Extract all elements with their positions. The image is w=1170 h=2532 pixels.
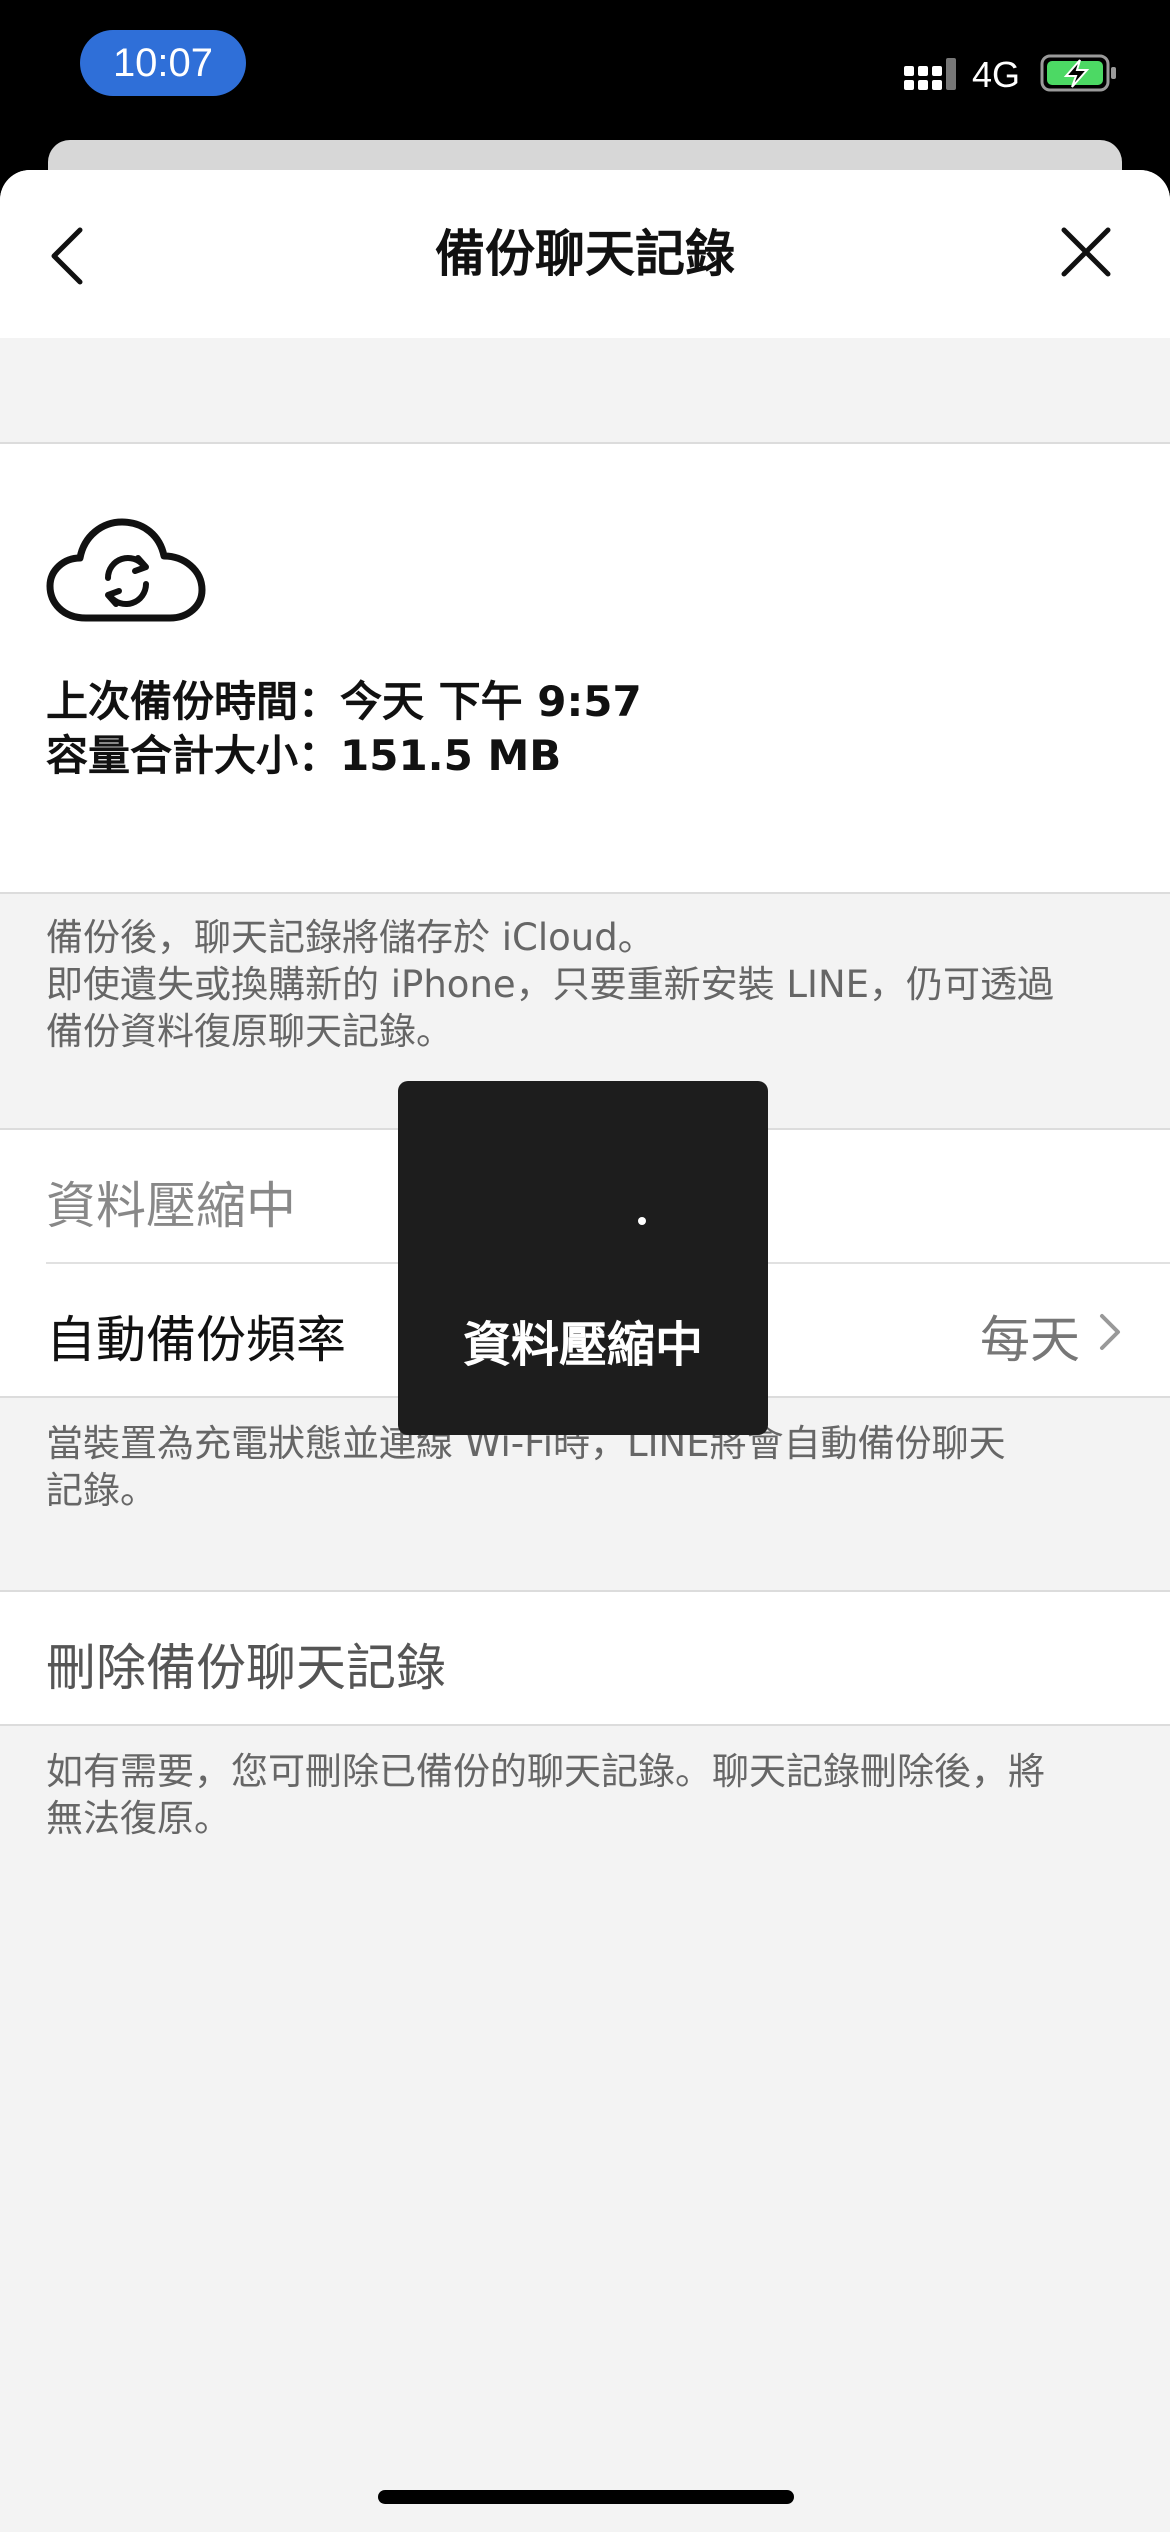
home-indicator[interactable]: [378, 2490, 794, 2504]
delete-backup-label: 刪除備份聊天記錄: [46, 1639, 446, 1697]
auto-backup-frequency-value: 每天: [980, 1311, 1080, 1369]
status-time[interactable]: 10:07: [80, 30, 246, 96]
network-type: 4G: [972, 54, 1021, 95]
divider: [0, 1724, 1170, 1726]
divider: [0, 892, 1170, 894]
navigation-bar: 備份聊天記錄: [0, 170, 1170, 338]
backup-note-line: 備份資料復原聊天記錄。: [46, 1010, 453, 1053]
status-bar: 10:07 4G: [0, 0, 1170, 150]
backup-description: 備份後，聊天記錄將儲存於 iCloud。 即使遺失或換購新的 iPhone，只要…: [46, 914, 1126, 1055]
overlay-text: 資料壓縮中: [462, 1317, 703, 1373]
battery-charging-icon: [1040, 54, 1116, 92]
loading-spinner-icon: [638, 1217, 646, 1225]
signal-icon: [904, 58, 956, 90]
last-backup-time: 上次備份時間：今天 下午 9:57: [46, 677, 642, 726]
delete-note-line: 如有需要，您可刪除已備份的聊天記錄。聊天記錄刪除後，將: [46, 1750, 1045, 1793]
backup-info-card: 上次備份時間：今天 下午 9:57 容量合計大小：151.5 MB: [0, 444, 1170, 892]
total-size: 容量合計大小：151.5 MB: [46, 731, 562, 780]
compressing-overlay: 資料壓縮中: [398, 1081, 768, 1435]
back-icon[interactable]: [46, 226, 90, 286]
cloud-sync-icon: [46, 518, 206, 622]
delete-backup-row[interactable]: 刪除備份聊天記錄: [0, 1592, 1170, 1724]
delete-description: 如有需要，您可刪除已備份的聊天記錄。聊天記錄刪除後，將 無法復原。: [46, 1748, 1126, 1842]
chevron-right-icon: [1100, 1314, 1120, 1350]
page-title: 備份聊天記錄: [435, 225, 735, 283]
auto-note-line: 記錄。: [46, 1469, 157, 1512]
auto-backup-frequency-label: 自動備份頻率: [46, 1311, 346, 1369]
compressing-row-label: 資料壓縮中: [46, 1177, 296, 1235]
close-icon[interactable]: [1060, 226, 1112, 278]
delete-note-line: 無法復原。: [46, 1797, 231, 1840]
backup-note-line: 即使遺失或換購新的 iPhone，只要重新安裝 LINE，仍可透過: [46, 963, 1054, 1006]
backup-note-line: 備份後，聊天記錄將儲存於 iCloud。: [46, 916, 655, 959]
